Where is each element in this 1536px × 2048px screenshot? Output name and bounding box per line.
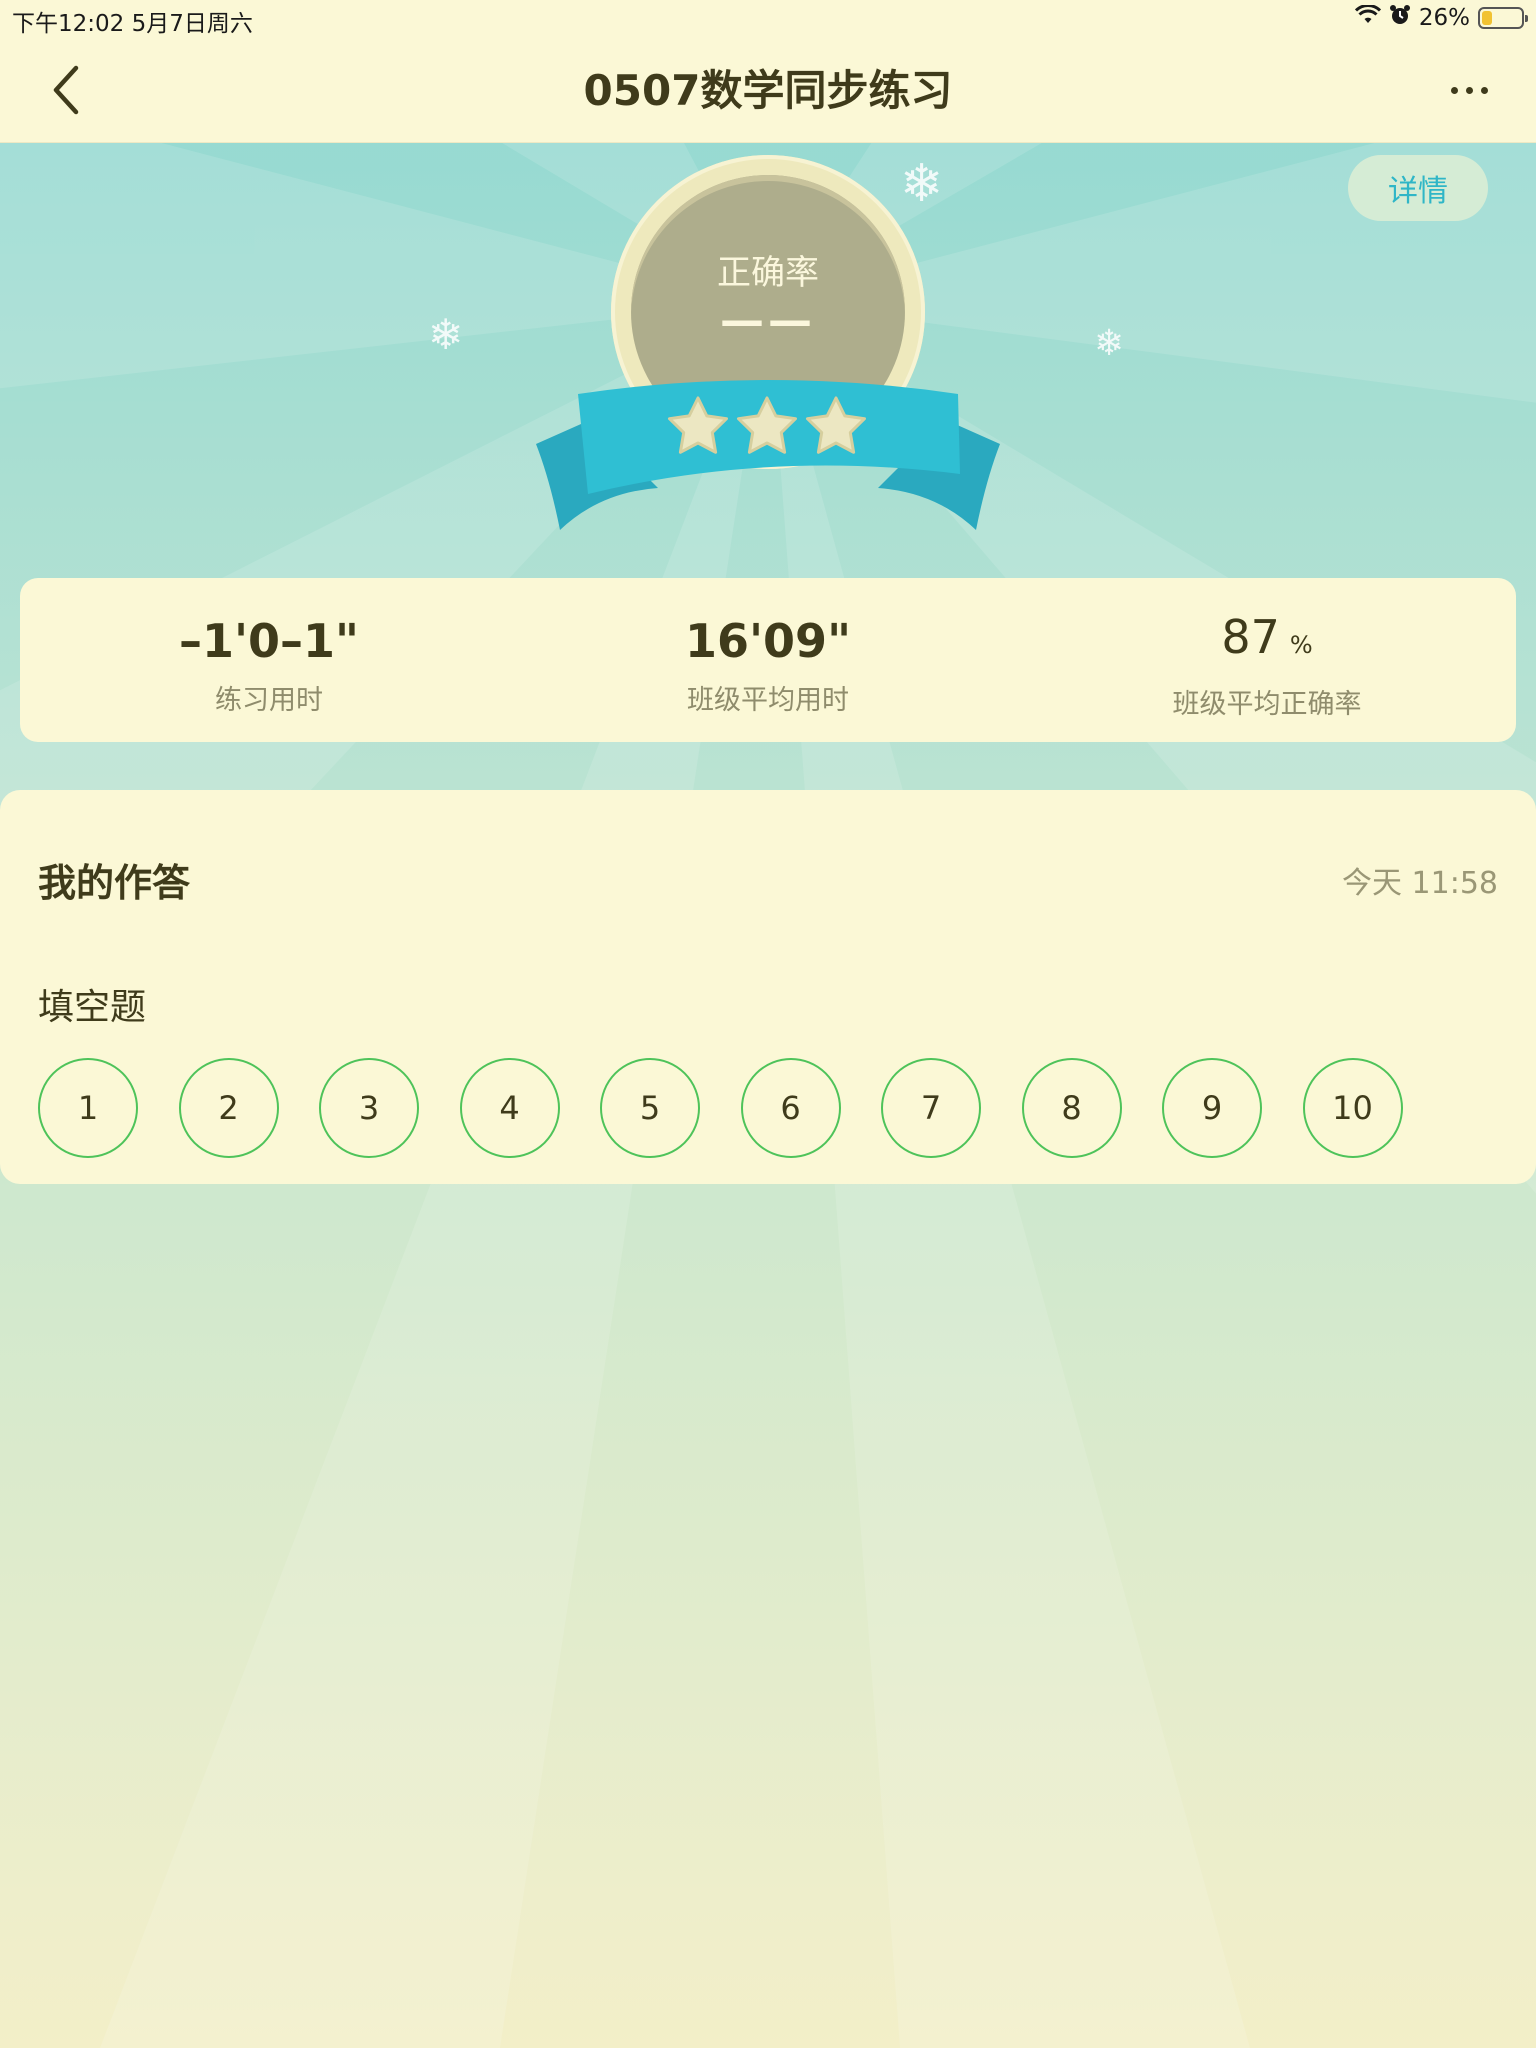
- nav-bar: 0507数学同步练习: [0, 40, 1536, 143]
- fill-in-blank-label: 填空题: [38, 987, 147, 1028]
- star-ribbon: [536, 380, 1000, 530]
- more-horizontal-icon: [1450, 86, 1458, 94]
- question-button[interactable]: 2: [178, 1058, 279, 1158]
- stats-card: –1'0–1" 练习用时 16'09" 班级平均用时 87% 班级平均正确率: [20, 578, 1516, 742]
- question-button[interactable]: 8: [1021, 1058, 1122, 1158]
- snowflake-icon: ❄: [1094, 323, 1125, 364]
- question-button[interactable]: 4: [459, 1058, 560, 1158]
- accuracy-value: ——: [720, 295, 816, 346]
- practice-time-label: 练习用时: [215, 685, 323, 716]
- question-button[interactable]: 7: [881, 1058, 981, 1158]
- snowflake-icon: ❄: [900, 154, 944, 214]
- stat-class-avg-accuracy: 87% 班级平均正确率: [1018, 578, 1516, 742]
- status-time-date: 下午12:02 5月7日周六: [12, 11, 253, 37]
- class-avg-accuracy-unit: %: [1289, 631, 1313, 659]
- class-avg-accuracy-row: 87%: [1018, 610, 1516, 664]
- class-avg-time-label: 班级平均用时: [687, 685, 849, 716]
- status-indicators: 26%: [1354, 4, 1528, 32]
- alarm-icon: [1389, 4, 1411, 32]
- question-button[interactable]: 10: [1302, 1058, 1403, 1158]
- stat-practice-time: –1'0–1" 练习用时: [20, 578, 518, 742]
- question-button[interactable]: 1: [38, 1058, 138, 1158]
- battery-percent: 26%: [1418, 5, 1470, 31]
- practice-time-value: –1'0–1": [178, 614, 360, 668]
- question-button[interactable]: 6: [740, 1058, 841, 1158]
- question-button[interactable]: 5: [600, 1058, 700, 1158]
- class-avg-accuracy-value: 87: [1221, 610, 1280, 664]
- chevron-left-icon: [53, 65, 79, 115]
- my-answers-title: 我的作答: [38, 861, 191, 905]
- submit-time: 今天 11:58: [1342, 866, 1498, 901]
- battery-icon: [1478, 7, 1528, 29]
- my-answers-card: 我的作答 今天 11:58 填空题 1 2 3 4 5 6 7 8 9 10: [0, 790, 1536, 1184]
- class-avg-time-value: 16'09": [684, 614, 852, 668]
- snowflake-icon: ❄: [428, 310, 464, 359]
- accuracy-label: 正确率: [717, 253, 819, 293]
- wifi-icon: [1354, 4, 1381, 31]
- page-title: 0507数学同步练习: [583, 66, 953, 115]
- stat-class-avg-time: 16'09" 班级平均用时: [519, 578, 1017, 742]
- back-button[interactable]: [38, 62, 94, 118]
- question-button[interactable]: 9: [1162, 1058, 1262, 1158]
- more-button[interactable]: [1434, 70, 1504, 110]
- question-button[interactable]: 3: [319, 1058, 419, 1158]
- class-avg-accuracy-label: 班级平均正确率: [1172, 689, 1362, 720]
- battery-level: [1482, 11, 1492, 25]
- details-button[interactable]: 详情: [1348, 155, 1488, 221]
- status-bar: 下午12:02 5月7日周六 26%: [0, 0, 1536, 40]
